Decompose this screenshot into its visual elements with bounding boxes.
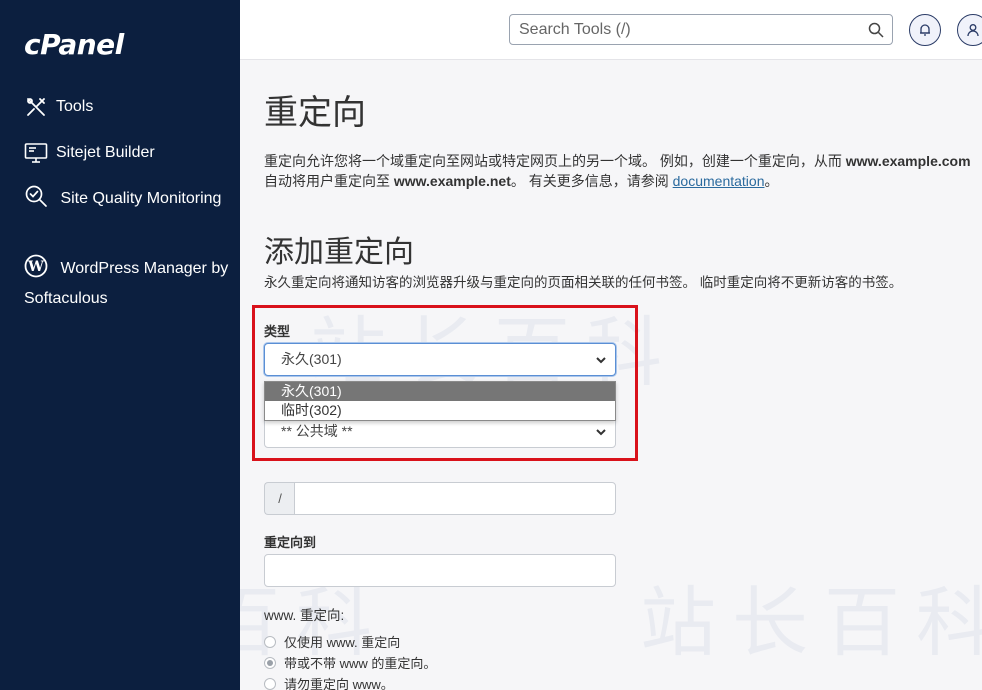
path-input[interactable] — [294, 482, 616, 515]
section-description: 永久重定向将通知访客的浏览器升级与重定向的页面相关联的任何书签。 临时重定向将不… — [264, 275, 903, 290]
magnifier-check-icon — [24, 184, 48, 208]
type-label: 类型 — [264, 324, 291, 339]
radio-button[interactable] — [264, 677, 276, 690]
type-dropdown-list: 永久(301) 临时(302) — [264, 381, 616, 421]
redirect-to-label: 重定向到 — [264, 535, 317, 550]
sidebar-item-label: WordPress Manager by Softaculous — [24, 260, 229, 307]
section-title: 添加重定向 — [264, 236, 414, 269]
radio-label: 带或不带 www 的重定向。 — [284, 656, 437, 671]
domain-select-value: ** 公共域 ** — [281, 423, 353, 439]
watermark: 站长百科 — [640, 578, 982, 667]
type-option-permanent[interactable]: 永久(301) — [265, 382, 615, 401]
radio-label: 请勿重定向 www。 — [284, 677, 394, 690]
bell-icon — [920, 24, 930, 36]
top-header — [240, 0, 982, 60]
radio-button[interactable] — [264, 656, 276, 669]
www-redirect-label: www. 重定向: — [264, 608, 345, 623]
cpanel-logo[interactable]: cPanel — [24, 28, 124, 61]
page-title: 重定向 — [264, 94, 366, 132]
www-option-with-or-without[interactable]: 带或不带 www 的重定向。 — [264, 653, 436, 672]
sidebar-item-label: Site Quality Monitoring — [60, 190, 222, 207]
monitor-icon — [24, 141, 48, 165]
user-icon — [967, 24, 979, 37]
main-content: 站长百科 站长百科 站长百科 重定向 重定向允许您将一个域重定向至网站或特定网页… — [240, 61, 982, 690]
chevron-down-icon — [596, 357, 606, 364]
redirect-to-input[interactable] — [264, 554, 616, 587]
sidebar: cPanel Tools Sitejet Builder Site Qualit… — [0, 0, 240, 690]
sidebar-item-label: Tools — [56, 98, 94, 115]
chevron-down-icon — [596, 429, 606, 436]
page-description: 重定向允许您将一个域重定向至网站或特定网页上的另一个域。 例如，创建一个重定向，… — [264, 153, 971, 189]
path-prefix: / — [264, 482, 295, 515]
type-select-value: 永久(301) — [281, 351, 342, 367]
notifications-button[interactable] — [909, 14, 941, 46]
documentation-link[interactable]: documentation — [673, 173, 765, 189]
type-select[interactable]: 永久(301) — [264, 343, 616, 376]
search-icon[interactable] — [868, 22, 884, 38]
user-menu-button[interactable] — [957, 14, 982, 46]
sidebar-item-sitejet-builder[interactable]: Sitejet Builder — [24, 138, 234, 168]
www-option-do-not-redirect[interactable]: 请勿重定向 www。 — [264, 674, 394, 690]
search-box — [509, 14, 893, 45]
sidebar-item-wordpress-manager[interactable]: W WordPress Manager by Softaculous — [24, 254, 234, 314]
radio-button[interactable] — [264, 635, 276, 648]
type-option-temporary[interactable]: 临时(302) — [265, 401, 615, 420]
radio-label: 仅使用 www. 重定向 — [284, 635, 401, 650]
sidebar-item-tools[interactable]: Tools — [24, 92, 234, 122]
svg-text:W: W — [27, 259, 44, 275]
sidebar-item-label: Sitejet Builder — [56, 144, 155, 161]
www-option-only-www[interactable]: 仅使用 www. 重定向 — [264, 632, 400, 651]
tools-icon — [24, 95, 48, 119]
search-input[interactable] — [510, 15, 850, 44]
wordpress-icon: W — [24, 254, 48, 278]
sidebar-item-site-quality-monitoring[interactable]: Site Quality Monitoring — [24, 184, 234, 214]
